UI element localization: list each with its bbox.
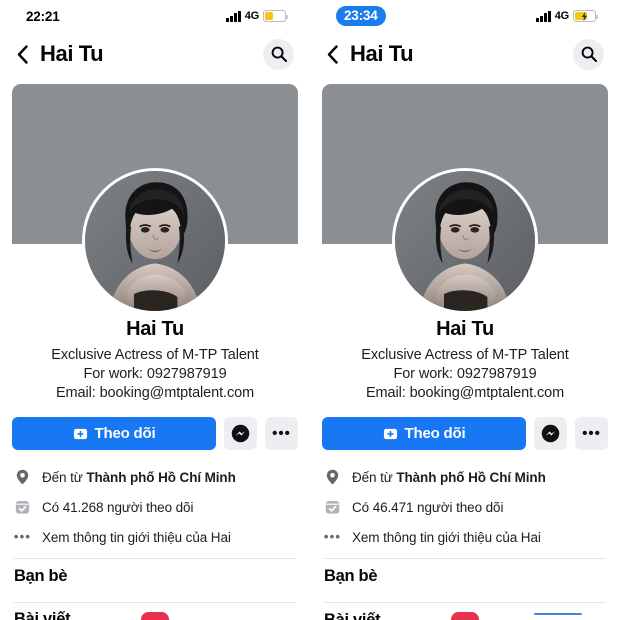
info-row-text: Xem thông tin giới thiệu của Hai xyxy=(42,530,231,545)
info-row-text: Đến từ Thành phố Hồ Chí Minh xyxy=(352,470,546,485)
followers-badge-icon xyxy=(14,499,31,515)
search-button[interactable] xyxy=(263,38,294,70)
bottom-peek xyxy=(0,606,310,620)
info-row-text: Có 46.471 người theo dõi xyxy=(352,500,503,515)
messenger-icon xyxy=(541,424,560,443)
action-buttons-row: Theo dõi ••• xyxy=(310,417,620,450)
status-bar: 22:21 4G xyxy=(0,0,310,32)
more-dots-icon: ••• xyxy=(323,529,342,544)
section-friends[interactable]: Bạn bè xyxy=(310,559,620,596)
avatar[interactable] xyxy=(392,168,538,314)
info-row-text: Có 41.268 người theo dõi xyxy=(42,500,193,515)
more-options-button[interactable]: ••• xyxy=(575,417,608,450)
follow-button[interactable]: Theo dõi xyxy=(12,417,216,450)
info-row-location[interactable]: Đến từ Thành phố Hồ Chí Minh xyxy=(14,462,296,492)
cover-and-avatar xyxy=(0,76,310,326)
profile-bio: Exclusive Actress of M-TP Talent For wor… xyxy=(310,346,620,403)
follow-button-label: Theo dõi xyxy=(404,425,466,442)
battery-low-power-icon xyxy=(263,10,289,22)
phone-screen-left: 22:21 4G Hai Tu Hai Tu Exclusive Actress… xyxy=(0,0,310,620)
info-row-see-about[interactable]: ••• Xem thông tin giới thiệu của Hai xyxy=(14,522,296,552)
dual-screenshot-comparison: 22:21 4G Hai Tu Hai Tu Exclusive Actress… xyxy=(0,0,620,620)
info-prefix: Đến từ xyxy=(42,469,87,485)
more-dots-icon: ••• xyxy=(582,424,601,442)
back-button[interactable] xyxy=(10,40,34,68)
bio-line: Email: booking@mtptalent.com xyxy=(55,385,255,401)
battery-charging-icon xyxy=(573,10,599,22)
red-badge-indicator xyxy=(451,612,479,620)
info-prefix: Xem thông tin giới thiệu của Hai xyxy=(42,529,231,545)
bio-line: For work: 0927987919 xyxy=(83,366,227,382)
info-prefix: Đến từ xyxy=(352,469,397,485)
add-person-icon xyxy=(383,428,397,440)
blue-progress-line xyxy=(534,612,582,615)
nav-header: Hai Tu xyxy=(310,32,620,76)
info-row-followers[interactable]: Có 46.471 người theo dõi xyxy=(324,492,606,522)
messenger-button[interactable] xyxy=(224,417,257,450)
section-label: Bạn bè xyxy=(324,567,378,585)
status-clock: 22:21 xyxy=(26,8,60,24)
bio-line: Email: booking@mtptalent.com xyxy=(365,385,565,401)
info-row-location[interactable]: Đến từ Thành phố Hồ Chí Minh xyxy=(324,462,606,492)
add-person-icon xyxy=(73,428,87,440)
location-pin-icon xyxy=(324,469,341,485)
profile-bio: Exclusive Actress of M-TP Talent For wor… xyxy=(0,346,310,403)
info-row-text: Đến từ Thành phố Hồ Chí Minh xyxy=(42,470,236,485)
bio-line: Exclusive Actress of M-TP Talent xyxy=(51,347,259,363)
search-button[interactable] xyxy=(573,38,604,70)
info-prefix: Có 46.471 người theo dõi xyxy=(352,499,504,515)
avatar-photo xyxy=(85,171,225,311)
phone-screen-right: 23:34 4G Hai Tu Hai Tu Exclusive Actress… xyxy=(310,0,620,620)
bio-line: Exclusive Actress of M-TP Talent xyxy=(361,347,569,363)
location-pin-icon xyxy=(14,469,31,485)
info-prefix: Có 41.268 người theo dõi xyxy=(42,499,194,515)
messenger-button[interactable] xyxy=(534,417,567,450)
status-indicators: 4G xyxy=(536,10,599,22)
status-indicators: 4G xyxy=(226,10,289,22)
info-row-see-about[interactable]: ••• Xem thông tin giới thiệu của Hai xyxy=(324,522,606,552)
section-friends[interactable]: Bạn bè xyxy=(0,559,310,596)
cover-and-avatar xyxy=(310,76,620,326)
info-prefix: Xem thông tin giới thiệu của Hai xyxy=(352,529,541,545)
network-type-label: 4G xyxy=(244,10,259,22)
info-row-followers[interactable]: Có 41.268 người theo dõi xyxy=(14,492,296,522)
search-icon xyxy=(271,46,287,62)
search-icon xyxy=(581,46,597,62)
profile-info-list: Đến từ Thành phố Hồ Chí Minh Có 41.268 n… xyxy=(0,462,310,552)
avatar[interactable] xyxy=(82,168,228,314)
page-title: Hai Tu xyxy=(40,41,104,66)
more-dots-icon: ••• xyxy=(272,424,291,442)
back-button[interactable] xyxy=(320,40,344,68)
followers-badge-icon xyxy=(324,499,341,515)
status-bar: 23:34 4G xyxy=(310,0,620,32)
info-row-text: Xem thông tin giới thiệu của Hai xyxy=(352,530,541,545)
bio-line: For work: 0927987919 xyxy=(393,366,537,382)
info-bold: Thành phố Hồ Chí Minh xyxy=(396,469,546,485)
action-buttons-row: Theo dõi ••• xyxy=(0,417,310,450)
info-bold: Thành phố Hồ Chí Minh xyxy=(86,469,236,485)
follow-button-label: Theo dõi xyxy=(94,425,156,442)
network-type-label: 4G xyxy=(554,10,569,22)
bottom-peek xyxy=(310,606,620,620)
chevron-left-icon xyxy=(17,44,28,64)
signal-bars-icon xyxy=(226,10,241,22)
nav-header: Hai Tu xyxy=(0,32,310,76)
follow-button[interactable]: Theo dõi xyxy=(322,417,526,450)
signal-bars-icon xyxy=(536,10,551,22)
profile-info-list: Đến từ Thành phố Hồ Chí Minh Có 46.471 n… xyxy=(310,462,620,552)
chevron-left-icon xyxy=(327,44,338,64)
messenger-icon xyxy=(231,424,250,443)
avatar-photo xyxy=(395,171,535,311)
more-options-button[interactable]: ••• xyxy=(265,417,298,450)
more-dots-icon: ••• xyxy=(13,529,32,544)
red-badge-indicator xyxy=(141,612,169,620)
page-title: Hai Tu xyxy=(350,41,414,66)
status-clock: 23:34 xyxy=(336,6,386,26)
section-label: Bạn bè xyxy=(14,567,68,585)
